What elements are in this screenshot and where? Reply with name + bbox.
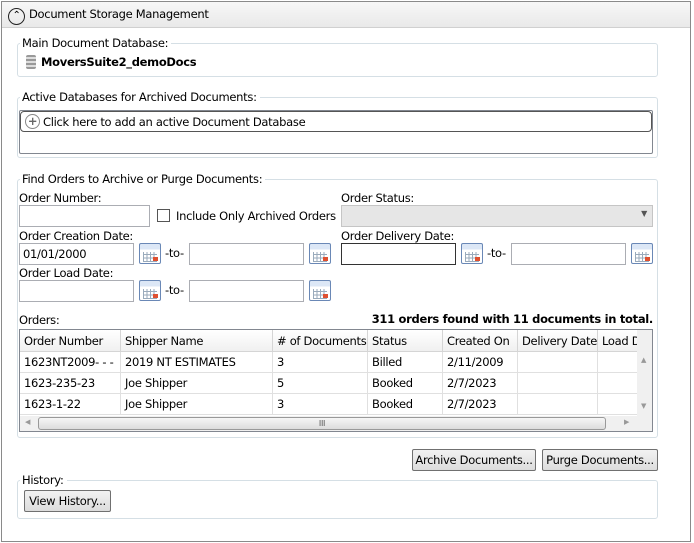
column-header[interactable]: # of Documents bbox=[273, 330, 368, 352]
calendar-icon[interactable] bbox=[309, 243, 331, 264]
column-header[interactable]: Delivery Date bbox=[518, 330, 598, 352]
to-label: -to- bbox=[165, 283, 184, 297]
panel-title: Document Storage Management bbox=[29, 7, 209, 21]
column-header[interactable]: Created On bbox=[443, 330, 518, 352]
active-db-label: Active Databases for Archived Documents: bbox=[20, 90, 260, 104]
column-header[interactable]: Load D bbox=[598, 330, 637, 352]
table-cell[interactable]: 1623-1-22 bbox=[20, 394, 121, 415]
history-group bbox=[17, 480, 658, 519]
horizontal-scrollbar[interactable]: ◀ III ▶ bbox=[20, 416, 652, 431]
calendar-icon[interactable] bbox=[139, 243, 161, 264]
orders-summary: 311 orders found with 11 documents in to… bbox=[371, 312, 654, 326]
table-cell[interactable] bbox=[518, 352, 598, 373]
calendar-icon[interactable] bbox=[631, 243, 653, 264]
load-from-input[interactable] bbox=[19, 280, 134, 302]
column-header[interactable]: Shipper Name bbox=[121, 330, 273, 352]
creation-from-input[interactable]: 01/01/2000 bbox=[19, 243, 134, 265]
column-header[interactable]: Order Number bbox=[20, 330, 121, 352]
delivery-to-input[interactable] bbox=[511, 243, 626, 265]
order-status-label: Order Status: bbox=[341, 191, 414, 205]
purge-documents-button[interactable]: Purge Documents... bbox=[542, 449, 658, 471]
table-cell[interactable] bbox=[598, 394, 637, 415]
delivery-from-input[interactable] bbox=[341, 243, 456, 265]
add-active-db-text: Click here to add an active Document Dat… bbox=[43, 115, 306, 129]
table-cell[interactable]: 2/7/2023 bbox=[443, 394, 518, 415]
table-cell[interactable]: 2019 NT ESTIMATES bbox=[121, 352, 273, 373]
scroll-thumb[interactable]: III bbox=[38, 417, 606, 430]
creation-date-label: Order Creation Date: bbox=[19, 229, 134, 243]
database-icon bbox=[26, 55, 36, 69]
table-cell[interactable]: 5 bbox=[273, 373, 368, 394]
history-label: History: bbox=[20, 473, 67, 487]
load-to-input[interactable] bbox=[189, 280, 304, 302]
chevron-up-circle-icon[interactable]: ⌃ bbox=[8, 8, 25, 25]
plus-circle-icon: + bbox=[25, 114, 40, 129]
order-status-select[interactable]: ▼ bbox=[341, 205, 653, 227]
archived-only-label: Include Only Archived Orders bbox=[176, 209, 336, 223]
delivery-date-label: Order Delivery Date: bbox=[341, 229, 455, 243]
table-cell[interactable] bbox=[598, 352, 637, 373]
view-history-button[interactable]: View History... bbox=[24, 490, 111, 512]
table-cell[interactable]: Joe Shipper bbox=[121, 394, 273, 415]
scroll-up-icon[interactable]: ▲ bbox=[641, 356, 646, 364]
archive-documents-button[interactable]: Archive Documents... bbox=[412, 449, 536, 471]
table-cell[interactable] bbox=[598, 373, 637, 394]
vertical-scrollbar[interactable]: ▲ ▼ bbox=[637, 330, 652, 416]
calendar-icon[interactable] bbox=[461, 243, 483, 264]
panel-header[interactable]: ⌃ Document Storage Management bbox=[2, 2, 690, 28]
find-orders-label: Find Orders to Archive or Purge Document… bbox=[20, 172, 266, 186]
to-label: -to- bbox=[487, 246, 506, 260]
table-cell[interactable]: Billed bbox=[368, 352, 443, 373]
table-cell[interactable]: 3 bbox=[273, 394, 368, 415]
chevron-down-icon: ▼ bbox=[641, 209, 647, 218]
calendar-icon[interactable] bbox=[139, 280, 161, 301]
scroll-right-icon[interactable]: ▶ bbox=[624, 418, 629, 426]
orders-label: Orders: bbox=[19, 313, 60, 327]
table-cell[interactable]: 1623NT2009- - - bbox=[20, 352, 121, 373]
order-number-input[interactable] bbox=[19, 205, 150, 227]
table-cell[interactable]: 2/11/2009 bbox=[443, 352, 518, 373]
active-db-list[interactable]: + Click here to add an active Document D… bbox=[19, 110, 653, 154]
table-cell[interactable]: Booked bbox=[368, 394, 443, 415]
table-cell[interactable] bbox=[518, 394, 598, 415]
order-number-label: Order Number: bbox=[19, 191, 102, 205]
archived-only-checkbox[interactable] bbox=[157, 209, 170, 222]
orders-grid[interactable]: Order Number Shipper Name # of Documents St… bbox=[19, 329, 653, 432]
scroll-down-icon[interactable]: ▼ bbox=[641, 402, 646, 410]
column-header[interactable]: Status bbox=[368, 330, 443, 352]
table-cell[interactable]: Joe Shipper bbox=[121, 373, 273, 394]
table-cell[interactable] bbox=[518, 373, 598, 394]
table-cell[interactable]: 1623-235-23 bbox=[20, 373, 121, 394]
table-cell[interactable]: 3 bbox=[273, 352, 368, 373]
calendar-icon[interactable] bbox=[309, 280, 331, 301]
add-active-db-row[interactable]: + Click here to add an active Document D… bbox=[20, 111, 652, 132]
table-cell[interactable]: 2/7/2023 bbox=[443, 373, 518, 394]
load-date-label: Order Load Date: bbox=[19, 266, 114, 280]
main-db-name: MoversSuite2_demoDocs bbox=[41, 55, 197, 69]
to-label: -to- bbox=[165, 246, 184, 260]
table-cell[interactable]: Booked bbox=[368, 373, 443, 394]
main-db-label: Main Document Database: bbox=[20, 36, 172, 50]
scroll-left-icon[interactable]: ◀ bbox=[25, 418, 30, 426]
creation-to-input[interactable] bbox=[189, 243, 304, 265]
